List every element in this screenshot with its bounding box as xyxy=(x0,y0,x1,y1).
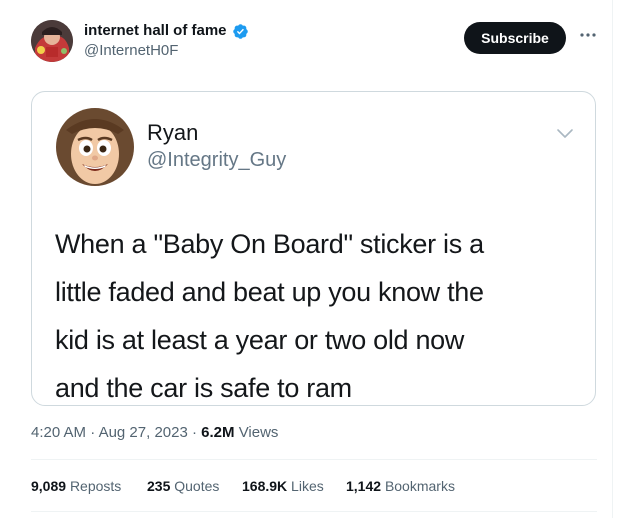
cartoon-cowboy-avatar-icon xyxy=(56,108,134,186)
tweet-meta: 4:20 AM · Aug 27, 2023 · 6.2M Views xyxy=(31,423,278,443)
tweet-date[interactable]: Aug 27, 2023 xyxy=(99,424,188,441)
bookmarks-count: 1,142 xyxy=(346,478,382,494)
chevron-down-icon xyxy=(557,129,573,138)
reposts-stat[interactable]: 9,089 Reposts xyxy=(31,476,121,496)
quoted-text-line: little faded and beat up you know the xyxy=(55,277,484,307)
divider xyxy=(31,511,597,512)
bookmarks-stat[interactable]: 1,142 Bookmarks xyxy=(346,476,455,496)
quoted-author-name: Ryan xyxy=(147,120,199,145)
reposts-count: 9,089 xyxy=(31,478,67,494)
verified-badge-icon xyxy=(233,24,248,39)
reposts-label: Reposts xyxy=(69,478,122,494)
author-name[interactable]: internet hall of fame xyxy=(84,21,227,41)
quotes-count: 235 xyxy=(147,478,171,494)
views-label: Views xyxy=(238,424,279,441)
quoted-tweet-text: When a "Baby On Board" sticker is a litt… xyxy=(55,220,585,405)
divider xyxy=(31,459,597,460)
likes-label: Likes xyxy=(291,478,324,494)
likes-stat[interactable]: 168.9K Likes xyxy=(242,476,324,496)
meta-separator: · xyxy=(90,424,96,441)
avatar-photo-icon xyxy=(31,20,73,62)
more-horizontal-icon[interactable] xyxy=(578,25,598,45)
bookmarks-label: Bookmarks xyxy=(384,478,455,494)
subscribe-button[interactable]: Subscribe xyxy=(464,22,566,54)
likes-count: 168.9K xyxy=(242,478,288,494)
quoted-text-line: and the car is safe to ram xyxy=(55,373,352,403)
tweet-time[interactable]: 4:20 AM xyxy=(31,424,86,441)
meta-separator: · xyxy=(191,424,197,441)
views-count[interactable]: 6.2M xyxy=(201,424,234,441)
column-border xyxy=(612,0,613,518)
quoted-author-handle: @Integrity_Guy xyxy=(147,149,287,171)
embedded-image-card[interactable]: Ryan @Integrity_Guy When a "Baby On Boar… xyxy=(31,91,596,406)
author-avatar[interactable] xyxy=(31,20,73,62)
tweet-page: internet hall of fame @InternetH0F Subsc… xyxy=(0,0,623,518)
quotes-stat[interactable]: 235 Quotes xyxy=(147,476,219,496)
quoted-text-line: kid is at least a year or two old now xyxy=(55,325,465,355)
author-handle[interactable]: @InternetH0F xyxy=(84,41,178,61)
quotes-label: Quotes xyxy=(174,478,220,494)
quoted-text-line: When a "Baby On Board" sticker is a xyxy=(55,229,484,259)
quoted-avatar xyxy=(56,108,134,186)
